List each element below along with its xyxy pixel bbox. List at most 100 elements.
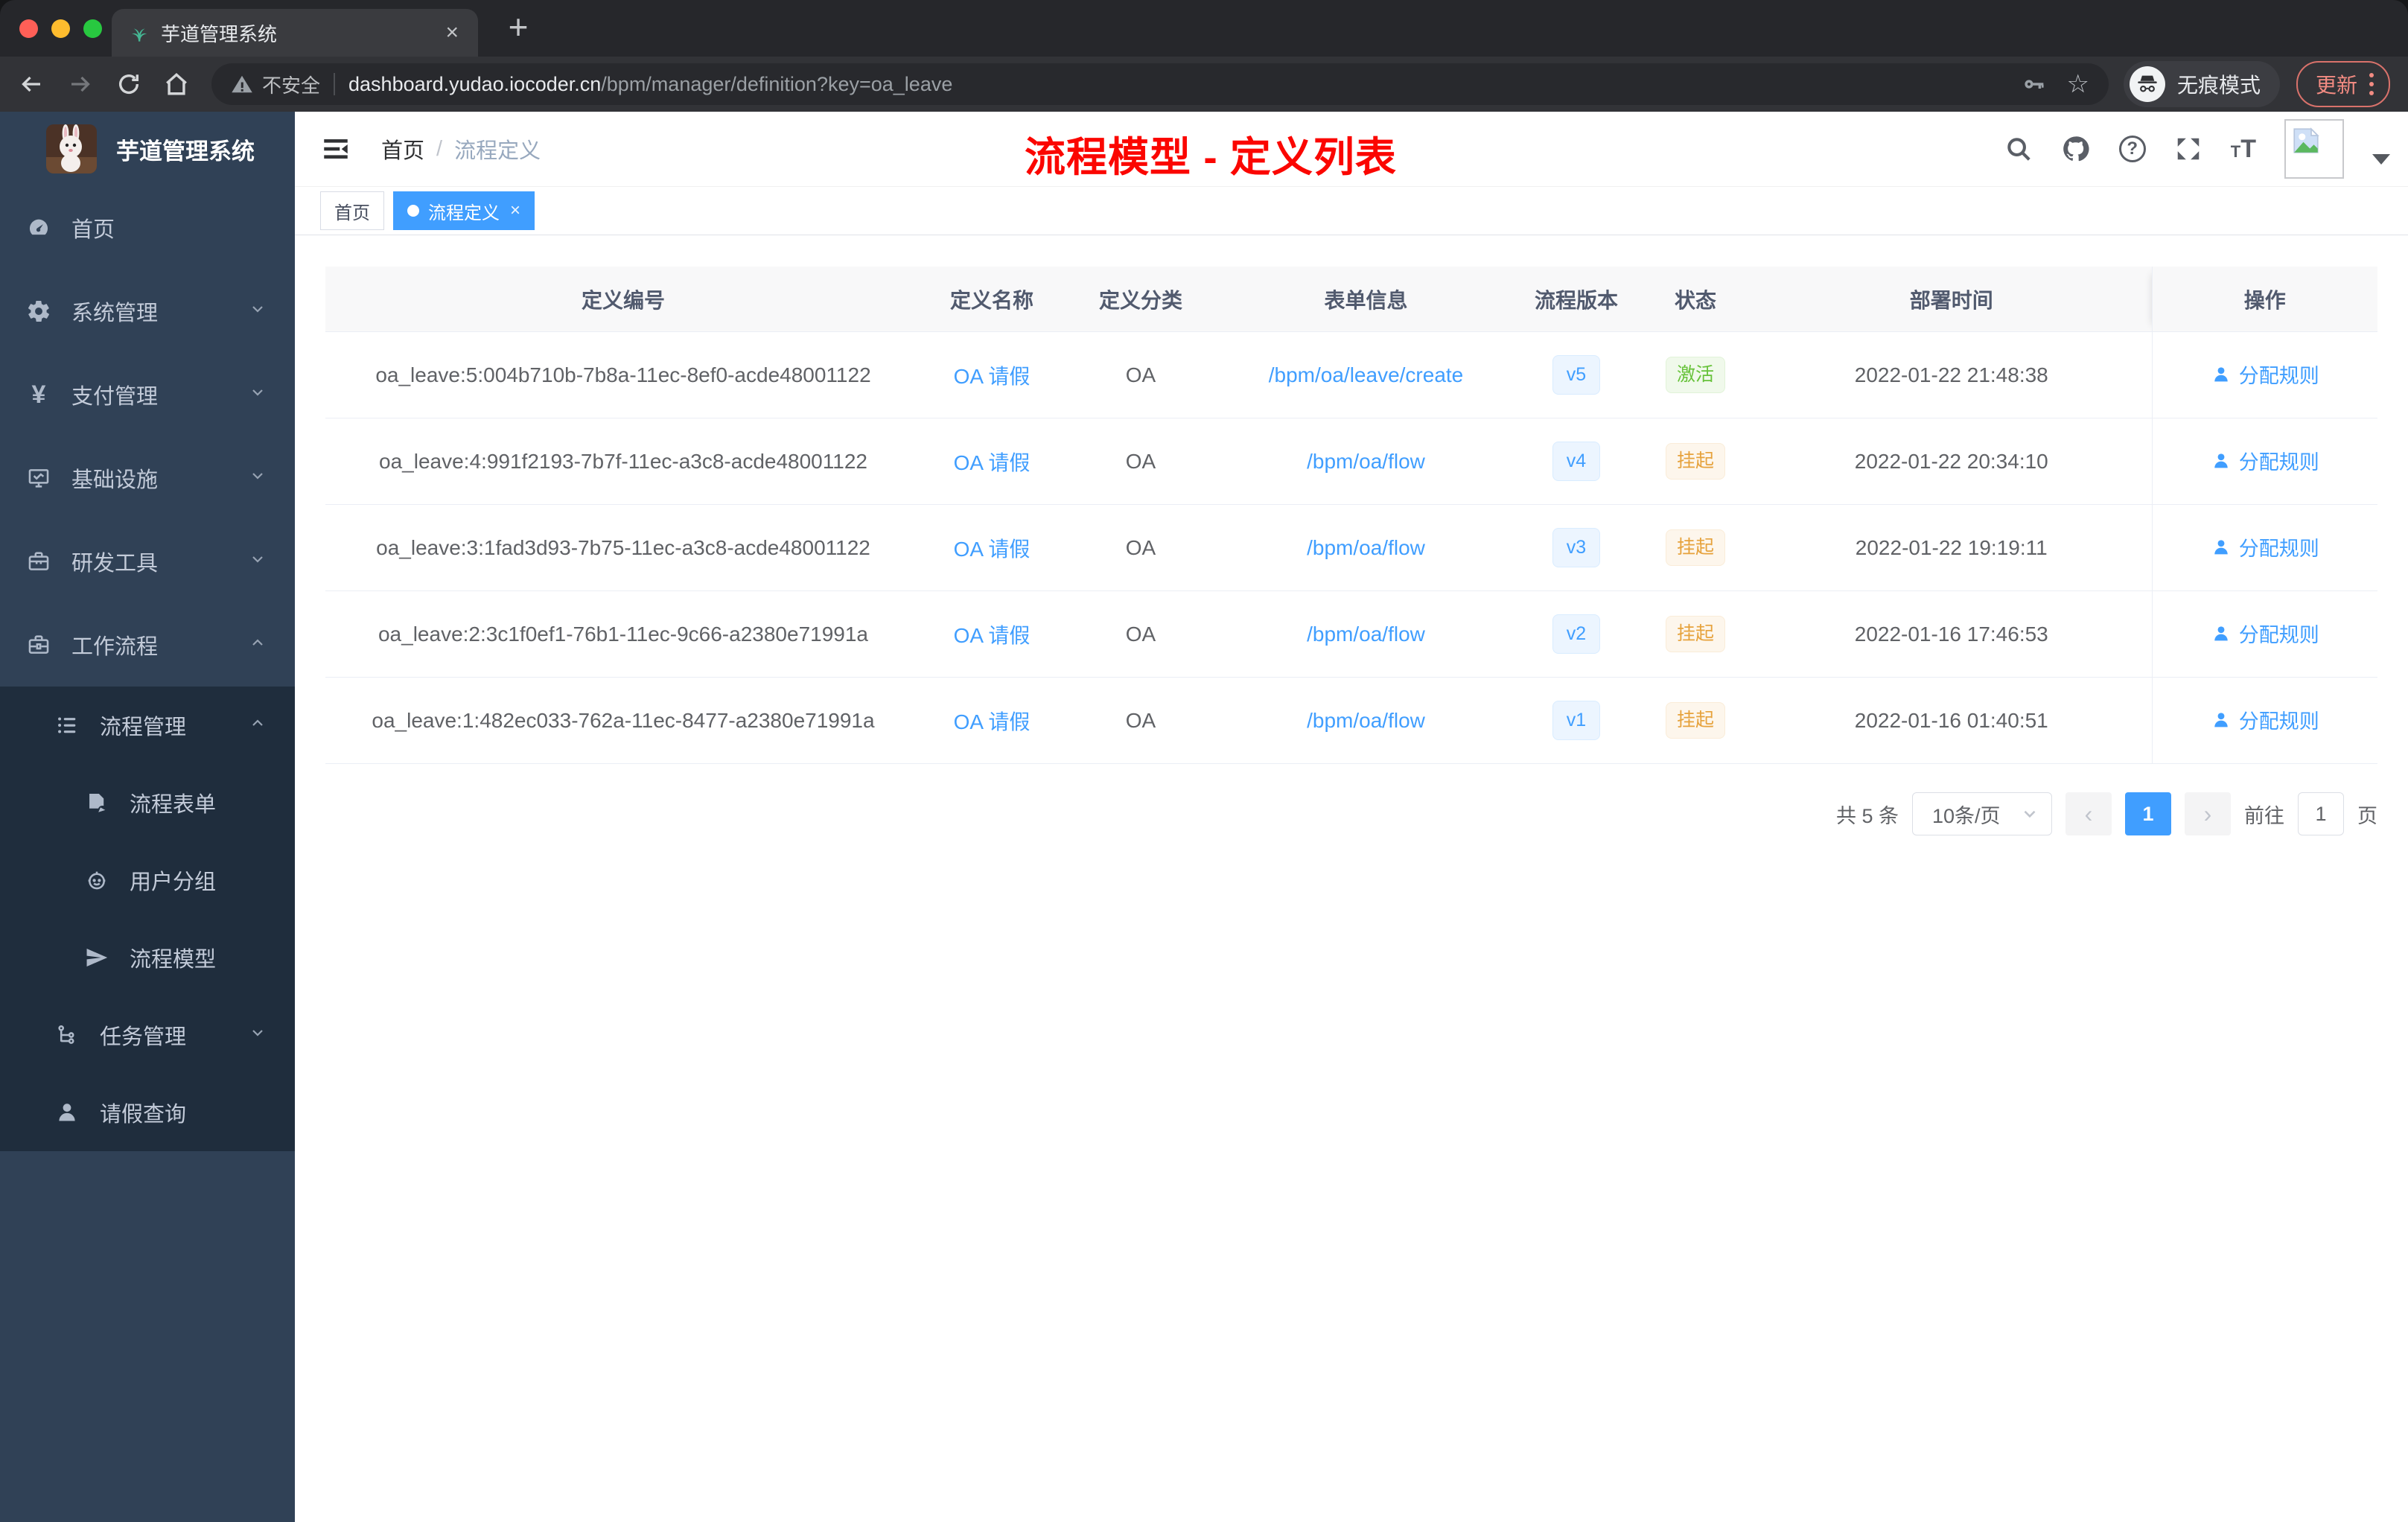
form-link[interactable]: /bpm/oa/flow [1307, 536, 1425, 559]
form-link[interactable]: /bpm/oa/flow [1307, 709, 1425, 732]
form-link[interactable]: /bpm/oa/flow [1307, 623, 1425, 646]
font-size-icon[interactable]: TT [2231, 136, 2256, 162]
pagination-total: 共 5 条 [1835, 804, 1899, 827]
help-icon[interactable]: ? [2118, 136, 2146, 162]
table-cell: OA [1063, 331, 1219, 418]
definition-id: oa_leave:5:004b710b-7b8a-11ec-8ef0-acde4… [375, 363, 871, 386]
assign-rule-link[interactable]: 分配规则 [2211, 619, 2319, 648]
sidebar-item-0[interactable]: 首页 [0, 186, 295, 270]
deploy-time: 2022-01-22 21:48:38 [1854, 363, 2048, 386]
avatar-caret-down-icon[interactable] [2372, 154, 2390, 165]
prev-page-button[interactable]: ‹ [2065, 792, 2112, 835]
assign-user-icon [2211, 450, 2232, 471]
table-cell: 2022-01-22 21:48:38 [1751, 331, 2152, 418]
github-icon[interactable] [2061, 134, 2091, 164]
page-content: 定义编号 定义名称 定义分类 表单信息 流程版本 状态 部署时间 操作 oa_leave:5:… [295, 235, 2408, 1522]
workflow-submenu: 流程管理 流程表单 用户分组 流程模型 任务管理 请假查询 [0, 687, 295, 1151]
table-row: oa_leave:1:482ec033-762a-11ec-8477-a2380… [325, 677, 2377, 764]
window-zoom-button[interactable] [83, 19, 102, 38]
forward-icon[interactable] [67, 71, 94, 98]
assign-rule-link[interactable]: 分配规则 [2211, 532, 2319, 561]
tag-1[interactable]: 流程定义 × [393, 191, 535, 230]
sidebar-item-5[interactable]: 工作流程 [0, 603, 295, 687]
sidebar-item-3[interactable]: 基础设施 [0, 436, 295, 520]
current-page-button[interactable]: 1 [2125, 792, 2171, 835]
goto-page-input[interactable] [2298, 792, 2344, 835]
assign-rule-label: 分配规则 [2238, 624, 2319, 647]
user-avatar[interactable] [2284, 119, 2344, 179]
send-icon [83, 945, 110, 970]
assign-rule-link[interactable]: 分配规则 [2211, 446, 2319, 475]
new-tab-button[interactable]: + [497, 6, 539, 48]
window-minimize-button[interactable] [51, 19, 70, 38]
definition-name-link[interactable]: OA 请假 [954, 451, 1031, 474]
table-cell: v4 [1513, 418, 1640, 505]
sidebar-item-8[interactable]: 用户分组 [0, 841, 295, 919]
fullscreen-icon[interactable] [2174, 135, 2202, 163]
search-icon[interactable] [2004, 135, 2033, 163]
form-link[interactable]: /bpm/oa/flow [1307, 450, 1425, 473]
tab-close-icon[interactable]: × [442, 20, 462, 45]
definition-name-link[interactable]: OA 请假 [954, 365, 1031, 388]
sidebar-item-2[interactable]: ¥ 支付管理 [0, 353, 295, 436]
top-navbar: 首页 / 流程定义 流程模型 - 定义列表 ? TT [295, 112, 2408, 186]
bookmark-star-icon[interactable]: ☆ [2066, 71, 2089, 97]
form-link[interactable]: /bpm/oa/leave/create [1269, 363, 1464, 386]
sidebar-item-label: 首页 [71, 218, 115, 242]
not-secure-warning-icon[interactable] [231, 73, 253, 95]
yen-icon: ¥ [31, 380, 46, 409]
url-bar[interactable]: 不安全 dashboard.yudao.iocoder.cn/bpm/manag… [211, 63, 2109, 105]
sidebar-item-4[interactable]: 研发工具 [0, 520, 295, 603]
definition-name-link[interactable]: OA 请假 [954, 624, 1031, 647]
table-cell: /bpm/oa/flow [1219, 504, 1513, 591]
column-header: 定义名称 [921, 267, 1063, 332]
password-key-icon[interactable] [2022, 72, 2045, 96]
assign-rule-label: 分配规则 [2238, 710, 2319, 733]
security-label[interactable]: 不安全 [262, 71, 320, 98]
table-cell: 激活 [1640, 331, 1751, 418]
tag-0[interactable]: 首页 [320, 191, 384, 230]
seedling-favicon-icon [128, 22, 149, 43]
breadcrumb-home[interactable]: 首页 [381, 133, 424, 165]
sidebar-item-11[interactable]: 请假查询 [0, 1074, 295, 1151]
sidebar-menu: 首页系统管理 ¥ 支付管理 基础设施 研发工具 工作流程 流程管理 流程表单 用户分组 流程模型任… [0, 186, 295, 1151]
chevron-up-icon [249, 713, 267, 738]
sidebar-item-9[interactable]: 流程模型 [0, 919, 295, 996]
table-cell: 2022-01-22 20:34:10 [1751, 418, 2152, 505]
table-cell: OA 请假 [921, 590, 1063, 678]
definition-id: oa_leave:3:1fad3d93-7b75-11ec-a3c8-acde4… [376, 535, 870, 559]
active-tag-dot [407, 205, 419, 217]
browser-update-menu-button[interactable]: 更新 [2296, 61, 2390, 107]
window-close-button[interactable] [19, 19, 38, 38]
definition-name-link[interactable]: OA 请假 [954, 710, 1031, 733]
sidebar-item-7[interactable]: 流程表单 [0, 764, 295, 841]
assign-rule-link[interactable]: 分配规则 [2211, 360, 2319, 389]
incognito-icon [2129, 66, 2165, 102]
chevron-down-icon [249, 383, 267, 407]
user-icon [54, 1100, 80, 1125]
definition-category: OA [1125, 622, 1156, 646]
sidebar-item-6[interactable]: 流程管理 [0, 687, 295, 764]
next-page-button[interactable]: › [2185, 792, 2231, 835]
sidebar-item-1[interactable]: 系统管理 [0, 270, 295, 353]
goto-unit: 页 [2357, 804, 2377, 827]
column-header: 定义分类 [1063, 267, 1219, 332]
page-size-select[interactable]: 10条/页 [1912, 792, 2052, 835]
assign-rule-link[interactable]: 分配规则 [2211, 705, 2319, 734]
brand-avatar [46, 124, 97, 173]
reload-icon[interactable] [116, 71, 141, 97]
sidebar-item-10[interactable]: 任务管理 [0, 996, 295, 1074]
sidebar-fold-icon[interactable] [320, 133, 351, 165]
column-header: 部署时间 [1751, 267, 2152, 332]
home-icon[interactable] [164, 71, 189, 97]
browser-tab[interactable]: 芋道管理系统 × [112, 9, 478, 57]
sidebar-item-label: 系统管理 [71, 302, 159, 325]
definition-name-link[interactable]: OA 请假 [954, 538, 1031, 561]
assign-user-icon [2211, 623, 2232, 644]
back-icon[interactable] [18, 71, 45, 98]
table-cell: 分配规则 [2151, 418, 2377, 505]
status-badge: 激活 [1665, 357, 1725, 393]
sidebar-logo-row[interactable]: 芋道管理系统 [0, 112, 295, 186]
definition-id: oa_leave:4:991f2193-7b7f-11ec-a3c8-acde4… [379, 449, 867, 473]
tag-close-icon[interactable]: × [510, 200, 520, 221]
